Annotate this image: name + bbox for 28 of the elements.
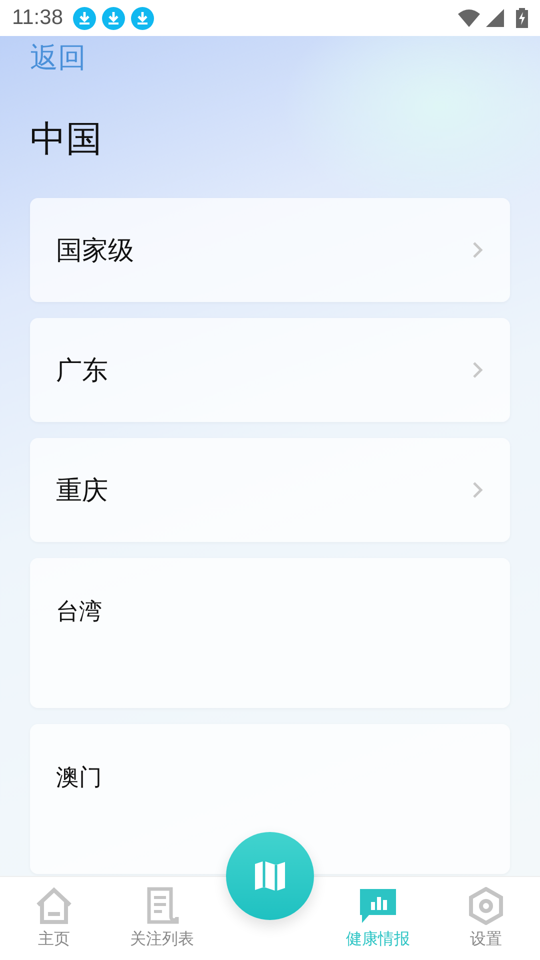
battery-icon <box>516 8 528 28</box>
page-title: 中国 <box>30 118 102 162</box>
region-card[interactable]: 澳门 <box>30 724 510 874</box>
chevron-icon <box>472 361 484 379</box>
tab-item[interactable]: 关注列表 <box>108 877 216 960</box>
download-icon <box>131 6 154 30</box>
region-card[interactable]: 重庆 <box>30 438 510 542</box>
wifi-icon <box>458 9 480 27</box>
home-icon <box>35 887 73 925</box>
map-icon <box>252 858 288 894</box>
region-card[interactable]: 广东 <box>30 318 510 422</box>
settings-icon <box>467 887 505 925</box>
region-name: 重庆 <box>56 474 109 508</box>
region-card[interactable]: 台湾 <box>30 558 510 708</box>
region-card[interactable]: 国家级 <box>30 198 510 302</box>
chart-icon <box>359 887 397 925</box>
tab-item[interactable]: 设置 <box>432 877 540 960</box>
chevron-icon <box>472 481 484 499</box>
chevron-icon <box>472 241 484 259</box>
region-name: 广东 <box>56 354 109 388</box>
signal-icon <box>486 9 504 27</box>
status-time: 11:38 <box>12 6 63 30</box>
region-name: 澳门 <box>56 764 103 793</box>
download-icon <box>102 6 125 30</box>
download-icon <box>73 6 96 30</box>
region-name: 台湾 <box>56 598 103 627</box>
region-name: 国家级 <box>56 234 135 268</box>
tab-item[interactable]: 主页 <box>0 877 108 960</box>
